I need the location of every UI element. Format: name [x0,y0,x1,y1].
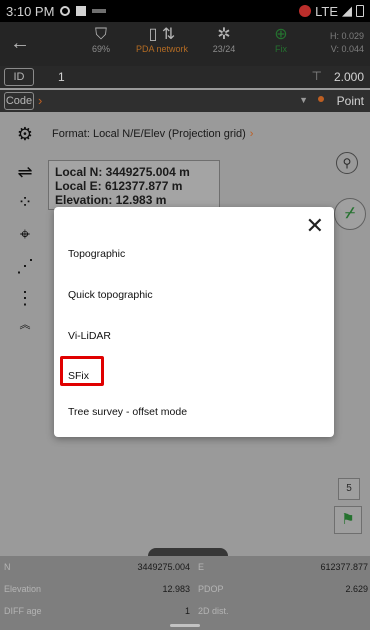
option-topographic[interactable]: Topographic [68,248,125,260]
close-icon[interactable]: ✕ [306,213,324,239]
app-screen: 3:10 PM LTE ◢ ← ⛉ 69% ▯ ⇅ PDA network ✲ … [0,0,370,630]
option-tree-survey[interactable]: Tree survey - offset mode [68,406,187,418]
selection-highlight [60,356,104,386]
option-quick-topographic[interactable]: Quick topographic [68,289,153,301]
survey-mode-dialog: ✕ Topographic Quick topographic Vi-LiDAR… [54,207,334,437]
option-vi-lidar[interactable]: Vi-LiDAR [68,330,111,342]
